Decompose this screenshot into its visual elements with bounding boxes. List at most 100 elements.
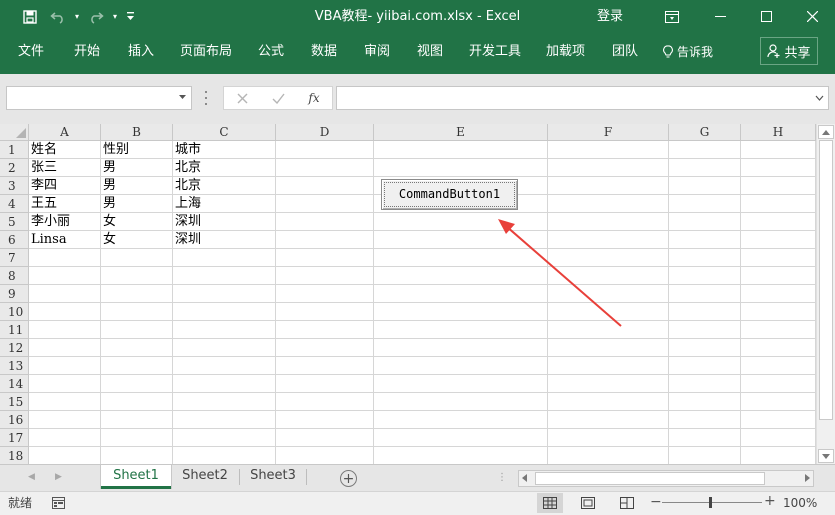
cancel-icon[interactable] bbox=[224, 86, 260, 110]
cell-d5[interactable] bbox=[276, 213, 374, 231]
column-header-f[interactable]: F bbox=[548, 124, 669, 141]
cell-d16[interactable] bbox=[276, 411, 374, 429]
cell-b17[interactable] bbox=[101, 429, 173, 447]
cell-c4[interactable]: 上海 bbox=[173, 195, 276, 213]
cell-c11[interactable] bbox=[173, 321, 276, 339]
tab-data[interactable]: 数据 bbox=[311, 33, 337, 70]
sheet-tab-3[interactable]: Sheet3 bbox=[241, 465, 305, 489]
row-header[interactable]: 18 bbox=[0, 447, 29, 464]
cell-b1[interactable]: 性别 bbox=[101, 141, 173, 159]
row-header[interactable]: 7 bbox=[0, 249, 29, 267]
cell-g5[interactable] bbox=[669, 213, 741, 231]
row-header[interactable]: 8 bbox=[0, 267, 29, 285]
cell-b11[interactable] bbox=[101, 321, 173, 339]
cell-a1[interactable]: 姓名 bbox=[29, 141, 101, 159]
cell-f1[interactable] bbox=[548, 141, 669, 159]
cell-c10[interactable] bbox=[173, 303, 276, 321]
cell-h9[interactable] bbox=[741, 285, 816, 303]
cell-e5[interactable] bbox=[374, 213, 548, 231]
row-header[interactable]: 3 bbox=[0, 177, 29, 195]
row-header[interactable]: 1 bbox=[0, 141, 29, 159]
cell-f17[interactable] bbox=[548, 429, 669, 447]
cell-a9[interactable] bbox=[29, 285, 101, 303]
cell-g15[interactable] bbox=[669, 393, 741, 411]
cell-g17[interactable] bbox=[669, 429, 741, 447]
cell-e7[interactable] bbox=[374, 249, 548, 267]
cell-h6[interactable] bbox=[741, 231, 816, 249]
select-all-corner[interactable] bbox=[0, 124, 29, 141]
page-break-view-icon[interactable] bbox=[614, 493, 640, 513]
cell-h8[interactable] bbox=[741, 267, 816, 285]
cell-e13[interactable] bbox=[374, 357, 548, 375]
row-header[interactable]: 5 bbox=[0, 213, 29, 231]
cell-d18[interactable] bbox=[276, 447, 374, 464]
zoom-level[interactable]: 100% bbox=[783, 492, 817, 514]
cell-c13[interactable] bbox=[173, 357, 276, 375]
normal-view-icon[interactable] bbox=[537, 493, 563, 513]
cell-b7[interactable] bbox=[101, 249, 173, 267]
cell-h10[interactable] bbox=[741, 303, 816, 321]
cell-h7[interactable] bbox=[741, 249, 816, 267]
cell-h14[interactable] bbox=[741, 375, 816, 393]
maximize-icon[interactable] bbox=[743, 0, 789, 33]
cell-a13[interactable] bbox=[29, 357, 101, 375]
cell-b14[interactable] bbox=[101, 375, 173, 393]
cell-b5[interactable]: 女 bbox=[101, 213, 173, 231]
cell-f18[interactable] bbox=[548, 447, 669, 464]
tab-file[interactable]: 文件 bbox=[18, 33, 44, 70]
cell-f5[interactable] bbox=[548, 213, 669, 231]
cell-e18[interactable] bbox=[374, 447, 548, 464]
cell-h1[interactable] bbox=[741, 141, 816, 159]
cell-c3[interactable]: 北京 bbox=[173, 177, 276, 195]
cell-f4[interactable] bbox=[548, 195, 669, 213]
redo-dropdown-icon[interactable]: ▾ bbox=[110, 0, 120, 33]
horizontal-scroll-thumb[interactable] bbox=[535, 472, 765, 485]
cell-b18[interactable] bbox=[101, 447, 173, 464]
cell-g3[interactable] bbox=[669, 177, 741, 195]
cell-b13[interactable] bbox=[101, 357, 173, 375]
cell-c15[interactable] bbox=[173, 393, 276, 411]
worksheet-grid[interactable]: ABCDEFGH 1 2 3 4 5 6 7 8 9 10 11 12 13 14 15 16 17 18 姓名性… bbox=[0, 124, 835, 464]
cell-e9[interactable] bbox=[374, 285, 548, 303]
cell-e12[interactable] bbox=[374, 339, 548, 357]
cell-a15[interactable] bbox=[29, 393, 101, 411]
cell-d3[interactable] bbox=[276, 177, 374, 195]
cell-f13[interactable] bbox=[548, 357, 669, 375]
tab-review[interactable]: 审阅 bbox=[364, 33, 390, 70]
cell-b8[interactable] bbox=[101, 267, 173, 285]
cell-a17[interactable] bbox=[29, 429, 101, 447]
cell-g9[interactable] bbox=[669, 285, 741, 303]
cell-g13[interactable] bbox=[669, 357, 741, 375]
row-header[interactable]: 9 bbox=[0, 285, 29, 303]
cell-h18[interactable] bbox=[741, 447, 816, 464]
cell-d7[interactable] bbox=[276, 249, 374, 267]
cell-g6[interactable] bbox=[669, 231, 741, 249]
cell-d8[interactable] bbox=[276, 267, 374, 285]
cell-h4[interactable] bbox=[741, 195, 816, 213]
ribbon-display-options-icon[interactable] bbox=[647, 0, 697, 33]
zoom-out-icon[interactable]: − bbox=[650, 494, 662, 510]
cell-f12[interactable] bbox=[548, 339, 669, 357]
macro-record-icon[interactable] bbox=[52, 497, 65, 509]
column-header-c[interactable]: C bbox=[173, 124, 276, 141]
row-header[interactable]: 2 bbox=[0, 159, 29, 177]
vertical-scroll-thumb[interactable] bbox=[819, 140, 833, 420]
cell-d2[interactable] bbox=[276, 159, 374, 177]
cell-f10[interactable] bbox=[548, 303, 669, 321]
redo-icon[interactable] bbox=[82, 0, 110, 33]
cell-c12[interactable] bbox=[173, 339, 276, 357]
cell-b15[interactable] bbox=[101, 393, 173, 411]
column-header-a[interactable]: A bbox=[29, 124, 101, 141]
formula-input[interactable] bbox=[336, 86, 829, 110]
cell-a12[interactable] bbox=[29, 339, 101, 357]
column-header-h[interactable]: H bbox=[741, 124, 816, 141]
cell-a5[interactable]: 李小丽 bbox=[29, 213, 101, 231]
cell-c1[interactable]: 城市 bbox=[173, 141, 276, 159]
cell-g18[interactable] bbox=[669, 447, 741, 464]
cell-g4[interactable] bbox=[669, 195, 741, 213]
cell-g2[interactable] bbox=[669, 159, 741, 177]
cell-b16[interactable] bbox=[101, 411, 173, 429]
cell-e2[interactable] bbox=[374, 159, 548, 177]
cell-f6[interactable] bbox=[548, 231, 669, 249]
cell-d17[interactable] bbox=[276, 429, 374, 447]
